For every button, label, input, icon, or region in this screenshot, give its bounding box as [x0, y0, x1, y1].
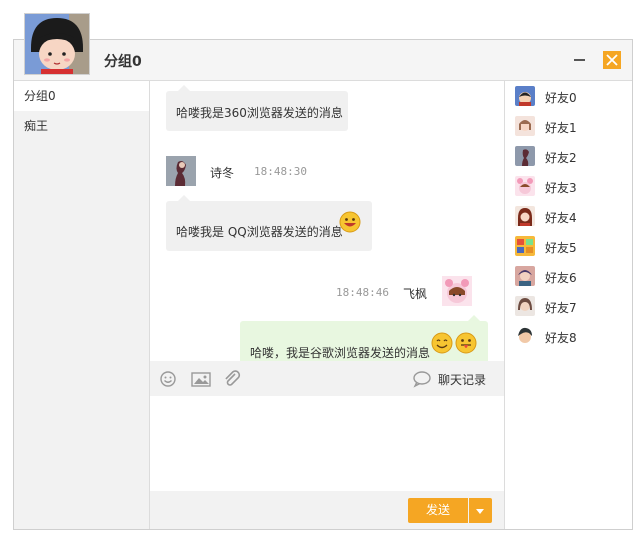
friend-avatar: [515, 296, 535, 316]
chat-window: 分组0 分组0 痴王 哈喽我是360浏览器发送的消息 诗冬 18:48:30 哈…: [13, 39, 633, 530]
message-list: 哈喽我是360浏览器发送的消息 诗冬 18:48:30 哈喽我是 QQ浏览器发送…: [150, 81, 504, 361]
friend-name: 好友0: [545, 91, 577, 105]
smile-emoji: [431, 332, 453, 357]
tongue-emoji: [455, 332, 477, 357]
friend-name: 好友6: [545, 271, 577, 285]
friend-item[interactable]: 好友5: [505, 231, 632, 261]
message-bubble: 哈喽我是360浏览器发送的消息: [166, 85, 348, 131]
group-avatar[interactable]: [24, 13, 90, 75]
friend-item[interactable]: 好友7: [505, 291, 632, 321]
message-text: 哈喽我是 QQ浏览器发送的消息: [176, 225, 343, 239]
close-icon[interactable]: [603, 51, 621, 69]
friend-item[interactable]: 好友8: [505, 321, 632, 351]
group-item-1[interactable]: 痴王: [14, 111, 149, 141]
message-bubble: 哈喽我是 QQ浏览器发送的消息: [166, 195, 372, 251]
sender-name: 诗冬: [210, 166, 235, 180]
friend-name: 好友3: [545, 181, 577, 195]
friend-avatar: [515, 86, 535, 106]
group-list: 分组0 痴王: [14, 81, 150, 529]
grin-emoji: [339, 211, 361, 236]
friend-item[interactable]: 好友0: [505, 81, 632, 111]
chat-history-label: 聊天记录: [438, 373, 487, 387]
friend-avatar: [515, 116, 535, 136]
friend-avatar: [515, 266, 535, 286]
image-icon[interactable]: [191, 370, 211, 388]
input-toolbar: 聊天记录: [150, 361, 504, 396]
message-time: 18:48:30: [254, 165, 307, 178]
friend-list: 好友0 好友1 好友2 好友3 好友4 好友5 好友6 好友7 好友8: [504, 81, 632, 529]
sender-avatar[interactable]: [442, 276, 472, 306]
friend-name: 好友8: [545, 331, 577, 345]
send-bar: 发送: [150, 491, 504, 529]
friend-avatar: [515, 206, 535, 226]
friend-name: 好友1: [545, 121, 577, 135]
friend-name: 好友7: [545, 301, 577, 315]
friend-item[interactable]: 好友1: [505, 111, 632, 141]
friend-name: 好友4: [545, 211, 577, 225]
message-time: 18:48:46: [336, 286, 389, 299]
friend-item[interactable]: 好友6: [505, 261, 632, 291]
sender-name: 飞枫: [403, 287, 428, 301]
attachment-icon[interactable]: [223, 370, 241, 388]
group-item-0[interactable]: 分组0: [14, 81, 149, 111]
chevron-down-icon: [476, 509, 484, 514]
friend-name: 好友5: [545, 241, 577, 255]
minimize-icon[interactable]: [574, 59, 585, 61]
message-input[interactable]: [150, 396, 504, 491]
send-options-dropdown[interactable]: [469, 498, 492, 523]
friend-avatar: [515, 236, 535, 256]
emoji-icon[interactable]: [159, 370, 177, 388]
friend-avatar: [515, 176, 535, 196]
friend-item[interactable]: 好友2: [505, 141, 632, 171]
message-text: 哈喽我是360浏览器发送的消息: [176, 106, 343, 120]
sender-avatar[interactable]: [166, 156, 196, 186]
chat-bubble-icon: [412, 370, 432, 391]
window-header: 分组0: [14, 40, 632, 81]
group-item-label: 分组0: [24, 89, 56, 103]
message-bubble: 哈喽，我是谷歌浏览器发送的消息: [240, 315, 488, 361]
friend-name: 好友2: [545, 151, 577, 165]
group-title: 分组0: [104, 54, 142, 70]
friend-avatar: [515, 326, 535, 346]
send-button[interactable]: 发送: [408, 498, 468, 523]
friend-item[interactable]: 好友3: [505, 171, 632, 201]
message-text: 哈喽，我是谷歌浏览器发送的消息: [250, 346, 431, 360]
friend-item[interactable]: 好友4: [505, 201, 632, 231]
friend-avatar: [515, 146, 535, 166]
group-item-label: 痴王: [24, 119, 49, 133]
